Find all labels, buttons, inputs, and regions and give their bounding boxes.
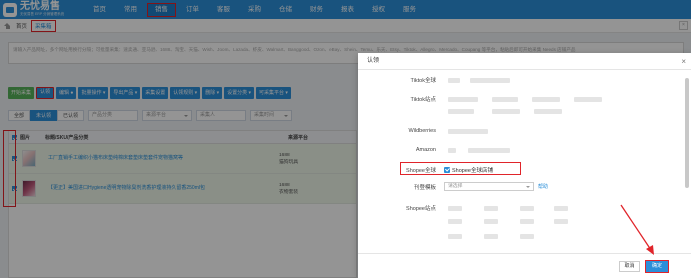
annotation-arrow	[620, 204, 654, 255]
